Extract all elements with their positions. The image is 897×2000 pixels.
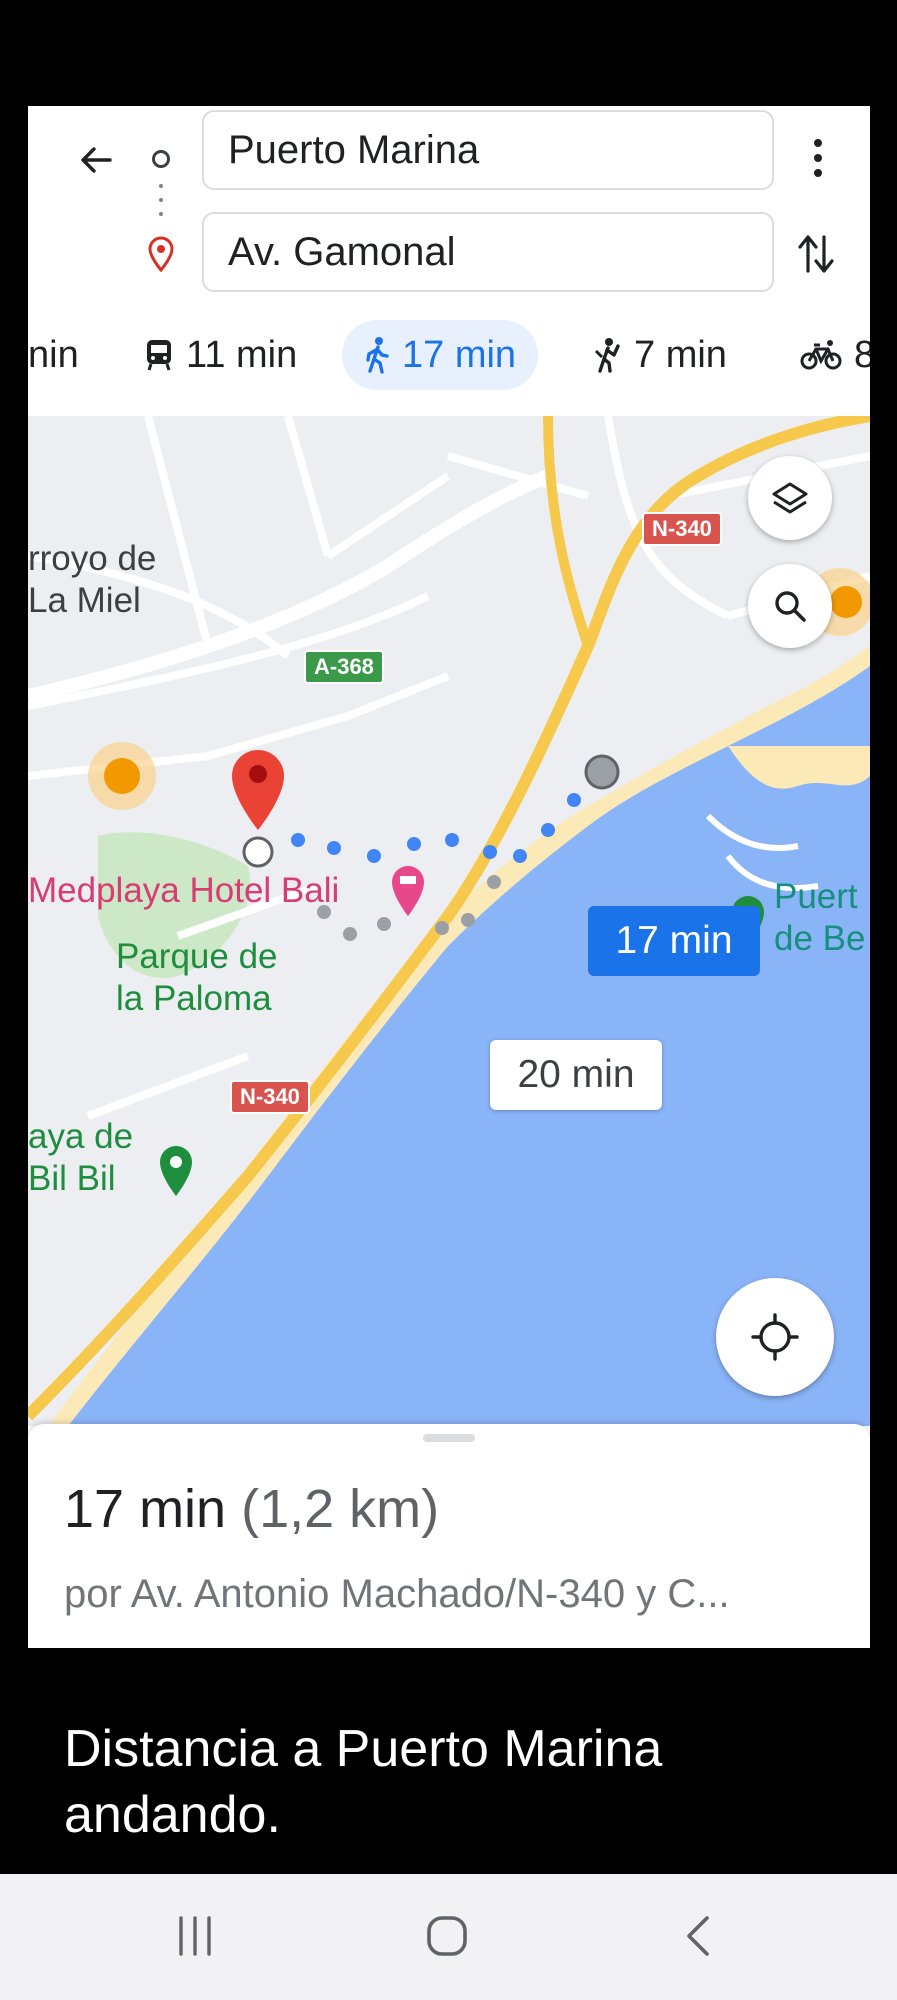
travel-mode-bar: nin 11 min 17 min 7 min 8	[28, 320, 870, 406]
home-icon	[427, 1916, 467, 1956]
transit-icon	[144, 338, 174, 372]
origin-field-value: Puerto Marina	[228, 127, 480, 172]
swap-vert-icon	[798, 235, 834, 273]
mode-rideshare[interactable]: 7 min	[592, 320, 727, 390]
bike-icon	[800, 339, 842, 371]
screen: Puerto Marina Av. Gamonal nin 11 min 17 …	[0, 0, 897, 2000]
connector-dot	[159, 212, 163, 216]
my-location-icon	[751, 1313, 799, 1361]
mode-bike[interactable]: 8	[800, 320, 870, 390]
place-label-hotel: Medplaya Hotel Bali	[28, 871, 340, 910]
route-via: por Av. Antonio Machado/N-340 y C...	[64, 1572, 730, 1616]
destination-field-value: Av. Gamonal	[228, 229, 456, 274]
search-icon	[775, 591, 806, 622]
mode-walk-label: 17 min	[402, 333, 517, 376]
mode-rideshare-label: 7 min	[634, 333, 727, 376]
mode-transit-label: 11 min	[186, 333, 298, 376]
stats-poi-icon	[104, 758, 140, 794]
system-nav-bar	[0, 1874, 897, 2000]
route-duration: 17 min	[64, 1479, 227, 1539]
walk-icon	[364, 336, 390, 374]
mode-bike-label: 8	[854, 333, 870, 376]
road-shield-n340: N-340	[642, 512, 722, 546]
arrow-back-icon	[81, 147, 112, 173]
maps-card: Puerto Marina Av. Gamonal nin 11 min 17 …	[28, 106, 870, 1648]
place-label-port: Puert de Be	[774, 877, 866, 958]
route-summary: 17 min (1,2 km)	[64, 1478, 439, 1540]
route-primary-label[interactable]: 17 min	[588, 906, 760, 976]
swap-button[interactable]	[786, 224, 846, 284]
back-nav-button[interactable]	[664, 1904, 734, 1968]
recents-icon	[179, 1916, 211, 1956]
search-along-route-button[interactable]	[748, 564, 832, 648]
mode-walk[interactable]: 17 min	[342, 320, 539, 390]
mode-transit[interactable]: 11 min	[144, 320, 297, 390]
destination-pin-icon	[146, 236, 176, 273]
map-view[interactable]: N-340 A-368 N-340 rroyo de La Miel Medpl…	[28, 416, 870, 1426]
directions-header: Puerto Marina Av. Gamonal nin 11 min 17 …	[28, 106, 870, 416]
mode-car-label: nin	[28, 333, 79, 376]
place-label-arroyo: rroyo de La Miel	[28, 539, 157, 620]
more-vert-icon	[814, 139, 822, 147]
origin-dot-icon	[152, 150, 170, 168]
more-options-button[interactable]	[798, 128, 838, 188]
home-button[interactable]	[412, 1904, 482, 1968]
destination-field[interactable]: Av. Gamonal	[202, 212, 774, 292]
poi-icon	[830, 586, 862, 618]
more-vert-icon	[814, 154, 822, 162]
connector-dot	[159, 198, 163, 202]
layers-icon	[772, 482, 808, 514]
chevron-left-icon	[687, 1916, 709, 1956]
connector-dot	[159, 184, 163, 188]
layers-button[interactable]	[748, 456, 832, 540]
my-location-button[interactable]	[716, 1278, 834, 1396]
drag-handle[interactable]	[423, 1434, 475, 1442]
recents-button[interactable]	[160, 1904, 230, 1968]
route-start-marker	[584, 754, 620, 790]
place-label-beach: aya de Bil Bil	[28, 1117, 134, 1198]
more-vert-icon	[814, 169, 822, 177]
road-shield-a368: A-368	[304, 650, 384, 684]
road-shield-n340-south: N-340	[230, 1080, 310, 1114]
place-label-park: Parque de la Paloma	[116, 937, 278, 1018]
back-button[interactable]	[66, 130, 126, 190]
route-alt-label[interactable]: 20 min	[490, 1040, 662, 1110]
rideshare-icon	[592, 337, 622, 373]
caption-text: Distancia a Puerto Marina andando.	[64, 1720, 663, 1844]
route-summary-sheet[interactable]: 17 min (1,2 km) por Av. Antonio Machado/…	[28, 1424, 870, 1648]
origin-field[interactable]: Puerto Marina	[202, 110, 774, 190]
route-distance: (1,2 km)	[241, 1479, 440, 1539]
mode-car[interactable]: nin	[28, 320, 79, 390]
